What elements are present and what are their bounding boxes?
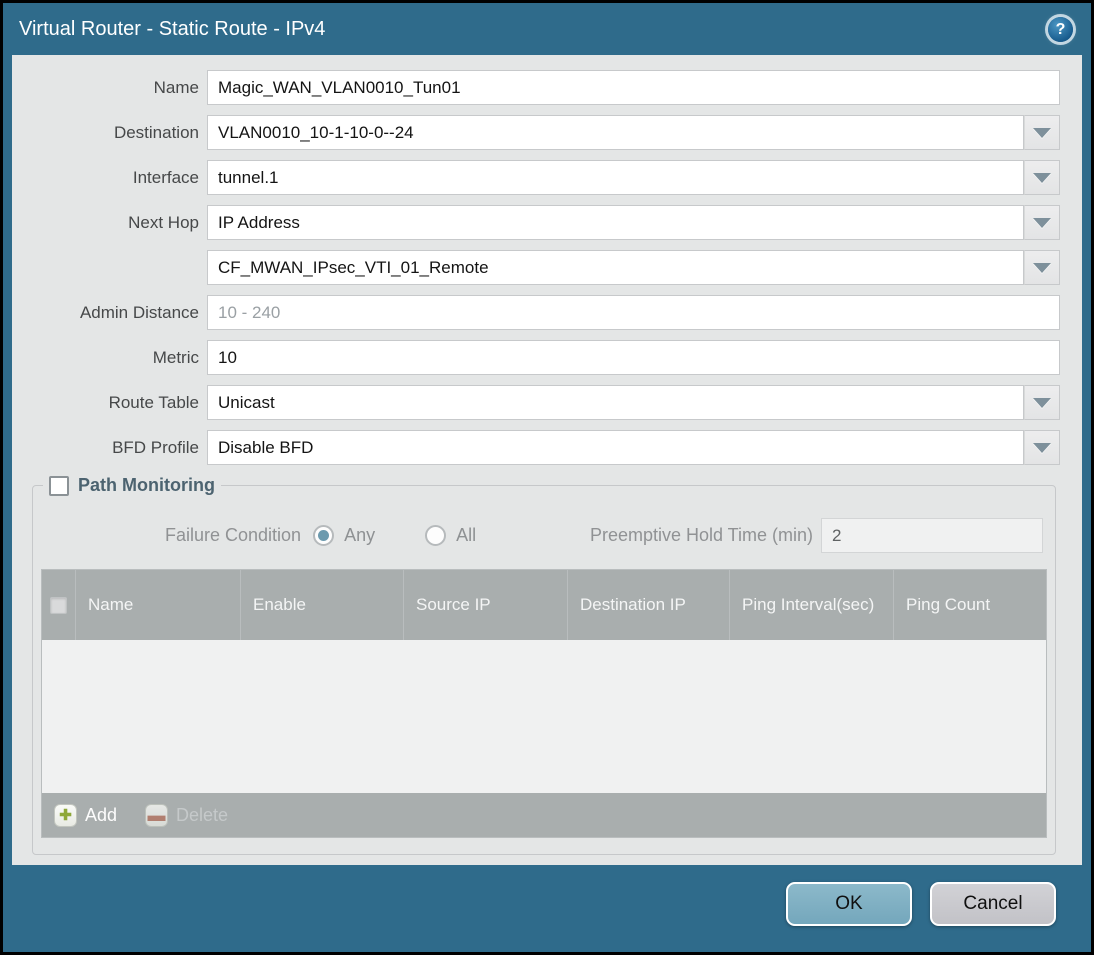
delete-button-label: Delete — [176, 804, 229, 825]
dialog-footer-buttons: OK Cancel — [786, 882, 1056, 926]
form-row-next-hop: Next Hop — [12, 205, 1060, 240]
form-row-destination: Destination — [12, 115, 1060, 150]
cancel-button[interactable]: Cancel — [930, 882, 1056, 926]
table-header-checkbox-cell — [42, 570, 76, 640]
interface-input[interactable] — [207, 160, 1024, 195]
failure-condition-any-radio[interactable] — [313, 525, 335, 546]
chevron-down-icon — [1033, 397, 1051, 408]
form-row-interface: Interface — [12, 160, 1060, 195]
static-route-dialog: Virtual Router - Static Route - IPv4 ? N… — [3, 3, 1091, 952]
add-button[interactable]: ✚ Add — [54, 803, 118, 827]
form-row-name: Name — [12, 70, 1060, 105]
bfd-profile-dropdown-button[interactable] — [1024, 430, 1060, 465]
select-all-checkbox[interactable] — [50, 596, 67, 614]
path-monitoring-table: Name Enable Source IP Destination IP Pin… — [41, 569, 1047, 838]
next-hop-address-dropdown-button[interactable] — [1024, 250, 1060, 285]
next-hop-type-dropdown-button[interactable] — [1024, 205, 1060, 240]
table-header-row: Name Enable Source IP Destination IP Pin… — [42, 570, 1046, 640]
failure-condition-label: Failure Condition — [165, 525, 302, 545]
destination-label: Destination — [113, 122, 199, 142]
path-monitoring-legend: Path Monitoring — [43, 475, 221, 496]
chevron-down-icon — [1033, 172, 1051, 183]
plus-icon: ✚ — [54, 803, 77, 827]
form-row-next-hop-value — [12, 250, 1060, 285]
form-row-bfd-profile: BFD Profile — [12, 430, 1060, 465]
ok-button[interactable]: OK — [786, 882, 912, 926]
dialog-titlebar: Virtual Router - Static Route - IPv4 ? — [3, 3, 1091, 51]
route-table-input[interactable] — [207, 385, 1024, 420]
form-row-metric: Metric — [12, 340, 1060, 375]
next-hop-label: Next Hop — [128, 212, 199, 232]
column-header-ping-interval[interactable]: Ping Interval(sec) — [730, 570, 894, 640]
bfd-profile-label: BFD Profile — [112, 437, 199, 457]
preemptive-hold-time-input[interactable] — [821, 518, 1043, 553]
column-header-destination-ip[interactable]: Destination IP — [568, 570, 730, 640]
failure-condition-any-label: Any — [344, 525, 376, 545]
table-body-empty — [42, 640, 1046, 793]
destination-dropdown-button[interactable] — [1024, 115, 1060, 150]
metric-label: Metric — [152, 347, 199, 367]
column-header-ping-count[interactable]: Ping Count — [894, 570, 1046, 640]
interface-label: Interface — [132, 167, 199, 187]
form-row-admin-distance: Admin Distance — [12, 295, 1060, 330]
delete-button[interactable]: ▬ Delete — [145, 803, 229, 827]
dialog-title: Virtual Router - Static Route - IPv4 — [19, 17, 326, 40]
bfd-profile-input[interactable] — [207, 430, 1024, 465]
chevron-down-icon — [1033, 442, 1051, 453]
name-input[interactable] — [207, 70, 1060, 105]
route-table-label: Route Table — [108, 392, 199, 412]
chevron-down-icon — [1033, 262, 1051, 273]
minus-icon: ▬ — [145, 803, 169, 827]
admin-distance-input[interactable] — [207, 295, 1060, 330]
metric-input[interactable] — [207, 340, 1060, 375]
name-label: Name — [153, 77, 199, 97]
preemptive-hold-time-label: Preemptive Hold Time (min) — [589, 525, 813, 545]
add-button-label: Add — [85, 804, 118, 825]
path-monitoring-title: Path Monitoring — [78, 475, 215, 495]
chevron-down-icon — [1033, 127, 1051, 138]
help-icon[interactable]: ? — [1048, 17, 1073, 42]
next-hop-address-input[interactable] — [207, 250, 1024, 285]
dialog-content: Name Destination Interface — [12, 55, 1082, 865]
path-monitoring-group: Path Monitoring Failure Condition Any Al… — [32, 475, 1056, 855]
destination-input[interactable] — [207, 115, 1024, 150]
table-toolbar: ✚ Add ▬ Delete — [42, 793, 1046, 837]
column-header-source-ip[interactable]: Source IP — [404, 570, 568, 640]
admin-distance-label: Admin Distance — [79, 302, 199, 322]
route-table-dropdown-button[interactable] — [1024, 385, 1060, 420]
column-header-name[interactable]: Name — [76, 570, 241, 640]
failure-condition-all-label: All — [456, 525, 477, 545]
interface-dropdown-button[interactable] — [1024, 160, 1060, 195]
failure-condition-all-radio[interactable] — [425, 525, 447, 546]
next-hop-type-input[interactable] — [207, 205, 1024, 240]
form-row-route-table: Route Table — [12, 385, 1060, 420]
path-monitoring-checkbox[interactable] — [49, 475, 69, 496]
column-header-enable[interactable]: Enable — [241, 570, 404, 640]
failure-condition-row: Failure Condition Any All Preemptive Hol… — [165, 518, 1043, 553]
chevron-down-icon — [1033, 217, 1051, 228]
